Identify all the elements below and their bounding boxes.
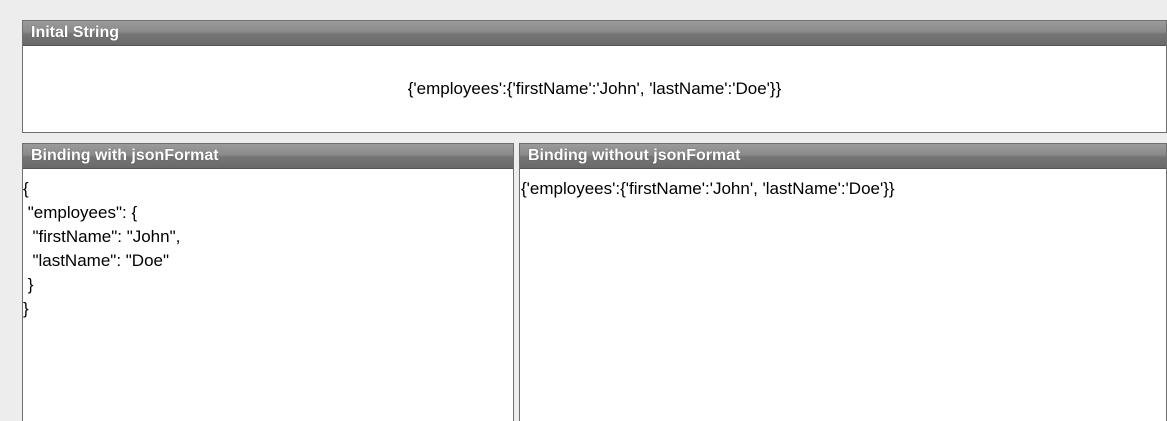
binding-with-jsonformat-title: Binding with jsonFormat [23,144,513,169]
binding-with-jsonformat-body: { "employees": { "firstName": "John", "l… [23,169,513,421]
initial-string-value: {'employees':{'firstName':'John', 'lastN… [407,79,782,98]
binding-without-jsonformat-panel: Binding without jsonFormat {'employees':… [519,143,1167,421]
initial-string-body: {'employees':{'firstName':'John', 'lastN… [23,46,1166,132]
binding-with-jsonformat-panel: Binding with jsonFormat { "employees": {… [22,143,514,421]
binding-without-jsonformat-body: {'employees':{'firstName':'John', 'lastN… [520,169,1166,421]
initial-string-panel: Inital String {'employees':{'firstName':… [22,20,1167,133]
initial-string-panel-title: Inital String [23,21,1166,46]
app-window: Inital String {'employees':{'firstName':… [0,0,1167,421]
formatted-json-text: { "employees": { "firstName": "John", "l… [23,179,181,318]
binding-without-jsonformat-title: Binding without jsonFormat [520,144,1166,169]
unformatted-json-text: {'employees':{'firstName':'John', 'lastN… [521,179,895,198]
